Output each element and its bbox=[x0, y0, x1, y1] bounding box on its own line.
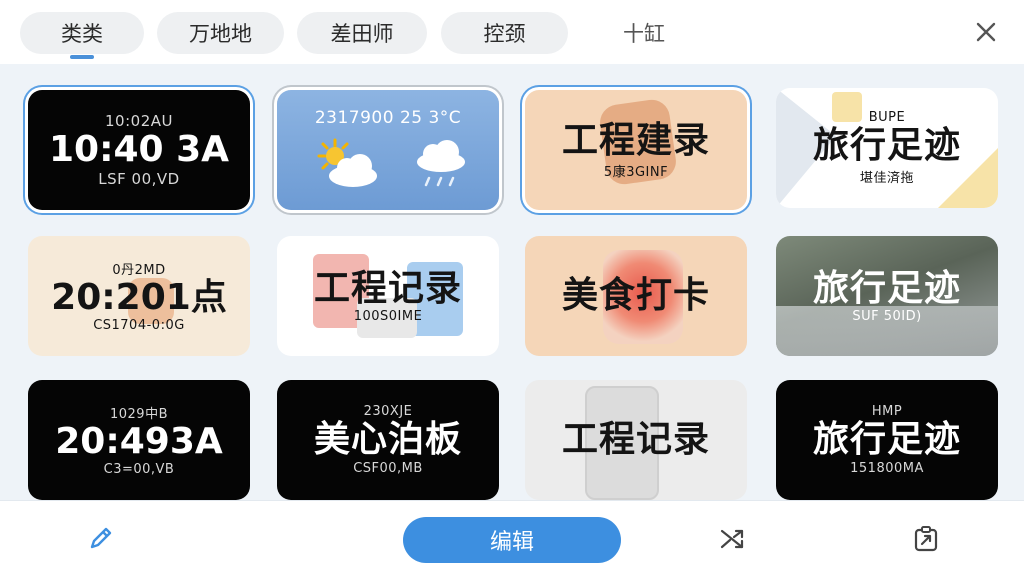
card-main-text: 工程建录 bbox=[561, 119, 710, 161]
close-icon[interactable] bbox=[972, 18, 1000, 46]
card-top-text: 2317900 25 3°C bbox=[314, 108, 462, 128]
edit-button[interactable]: 编辑 bbox=[403, 517, 621, 563]
shuffle-icon[interactable] bbox=[716, 523, 748, 555]
widget-card-mood[interactable]: 230XJE 美心泊板 CSF00,MB bbox=[277, 380, 499, 500]
card-main-text: 工程记录 bbox=[561, 419, 710, 461]
widget-card-clock-2[interactable]: 0丹2MD 20:201点 CS1704-0:0G bbox=[28, 236, 250, 356]
card-top-text: 0丹2MD bbox=[112, 263, 166, 279]
card-top-text: 230XJE bbox=[363, 404, 413, 420]
tab-3[interactable]: 差田师 bbox=[297, 12, 427, 54]
card-main-text: 20:493A bbox=[55, 421, 223, 463]
tab-1[interactable]: 类类 bbox=[20, 12, 144, 59]
card-top-text: 1029中B bbox=[109, 407, 168, 423]
widget-card-clock-1[interactable]: 10:02AU 10:40 3A LSF 00,VD bbox=[28, 90, 250, 210]
tab-label: 控颈 bbox=[483, 22, 526, 46]
widget-card-clock-3[interactable]: 1029中B 20:493A C3=00,VB bbox=[28, 380, 250, 500]
edit-button-label: 编辑 bbox=[489, 530, 534, 555]
bottom-toolbar: 编辑 bbox=[0, 500, 1024, 577]
widget-card-weather[interactable]: 2317900 25 3°C bbox=[277, 90, 499, 210]
card-bottom-text: 堪佳済拖 bbox=[859, 170, 914, 186]
card-bottom-text: C3=00,VB bbox=[103, 461, 175, 477]
card-main-text: 10:40 3A bbox=[48, 129, 230, 171]
tab-label: 差田师 bbox=[330, 22, 394, 46]
card-bottom-text: 151800MA bbox=[850, 460, 924, 476]
card-top-text: 10:02AU bbox=[105, 112, 173, 131]
widget-card-travel-1[interactable]: BUPE 旅行足迹 堪佳済拖 bbox=[776, 88, 998, 208]
card-bottom-text: LSF 00,VD bbox=[98, 169, 180, 188]
card-main-text: 美心泊板 bbox=[313, 419, 462, 461]
card-bottom-text: 5康3GINF bbox=[603, 165, 669, 181]
tab-label: 十缸 bbox=[623, 22, 665, 46]
sun-cloud-icon bbox=[317, 138, 377, 187]
pencil-icon[interactable] bbox=[84, 523, 116, 555]
card-top-text: BUPE bbox=[868, 110, 906, 126]
rain-cloud-icon bbox=[417, 140, 465, 187]
tab-5[interactable]: 十缸 bbox=[588, 12, 700, 54]
card-main-text: 工程记录 bbox=[313, 267, 462, 309]
card-bottom-text: CSF00,MB bbox=[353, 460, 423, 476]
card-top-text: HMP bbox=[871, 404, 903, 420]
tab-label: 类类 bbox=[61, 22, 103, 46]
card-bottom-text: SUF 50ID) bbox=[852, 309, 922, 325]
card-main-text: 旅行足迹 bbox=[812, 125, 961, 167]
card-main-text: 旅行足迹 bbox=[812, 267, 961, 309]
card-bottom-text: 100S0IME bbox=[353, 309, 423, 325]
map-shape bbox=[832, 92, 862, 122]
tab-4[interactable]: 控颈 bbox=[441, 12, 568, 54]
card-bottom-text: CS1704-0:0G bbox=[93, 317, 185, 333]
widget-card-food[interactable]: 美食打卡 bbox=[525, 236, 747, 356]
share-icon[interactable] bbox=[910, 523, 942, 555]
tab-2[interactable]: 万地地 bbox=[157, 12, 284, 54]
widget-card-travel-2[interactable]: 旅行足迹 SUF 50ID) bbox=[776, 236, 998, 356]
widget-card-project-3[interactable]: 工程记录 bbox=[525, 380, 747, 500]
card-main-text: 旅行足迹 bbox=[812, 419, 961, 461]
tab-label: 万地地 bbox=[189, 22, 252, 46]
tab-bar: 类类 万地地 差田师 控颈 十缸 bbox=[0, 0, 1024, 65]
widget-grid: 10:02AU 10:40 3A LSF 00,VD 2317900 25 3°… bbox=[0, 64, 1024, 500]
widget-card-travel-3[interactable]: HMP 旅行足迹 151800MA bbox=[776, 380, 998, 500]
card-main-text: 美食打卡 bbox=[561, 275, 710, 317]
widget-card-project-2[interactable]: 工程记录 100S0IME bbox=[277, 236, 499, 356]
card-main-text: 20:201点 bbox=[51, 277, 227, 319]
widget-card-project-1[interactable]: 工程建录 5康3GINF bbox=[525, 90, 747, 210]
